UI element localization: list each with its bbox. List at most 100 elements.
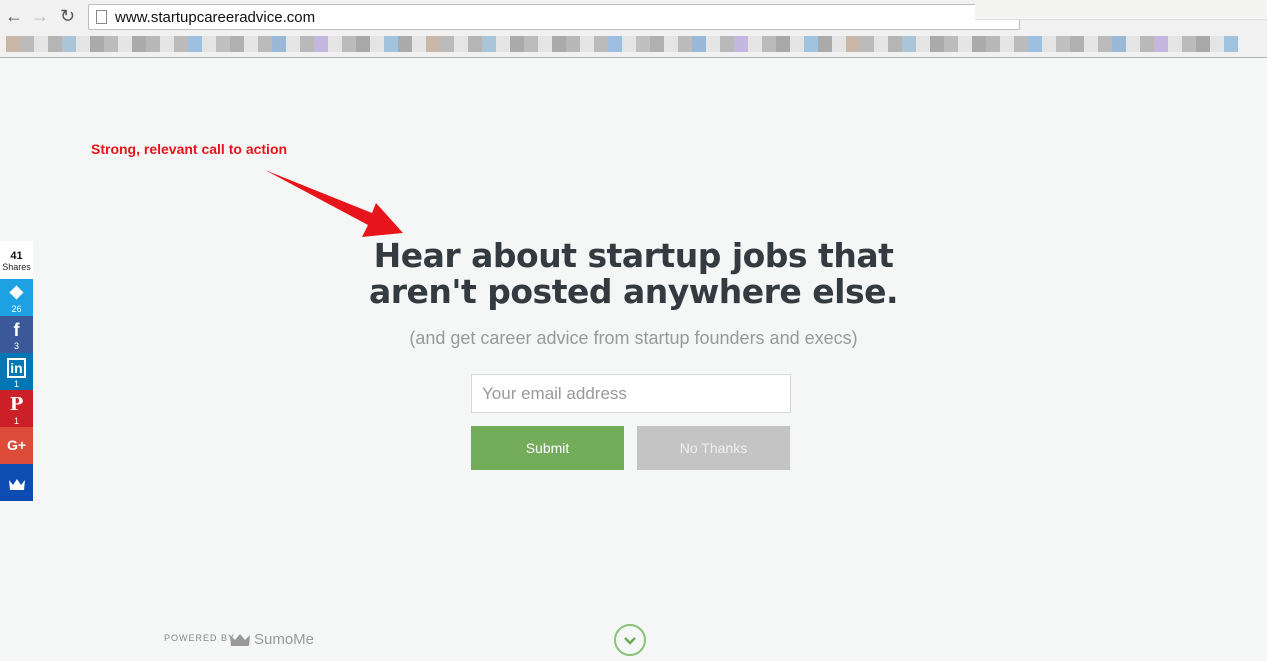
bookmark-item[interactable] [1154,36,1168,52]
scroll-down-button[interactable] [614,624,646,656]
bookmark-item[interactable] [1042,36,1056,52]
bookmark-item[interactable] [300,36,314,52]
google-plus-share-button[interactable]: G+ [0,427,33,464]
forward-button[interactable]: → [31,6,49,27]
bookmark-item[interactable] [1224,36,1238,52]
bookmark-item[interactable] [958,36,972,52]
bookmark-item[interactable] [412,36,426,52]
bookmark-item[interactable] [104,36,118,52]
bookmark-item[interactable] [1000,36,1014,52]
bookmark-item[interactable] [594,36,608,52]
bookmark-item[interactable] [20,36,34,52]
bookmark-item[interactable] [664,36,678,52]
bookmark-item[interactable] [636,36,650,52]
bookmark-item[interactable] [160,36,174,52]
bookmark-item[interactable] [1084,36,1098,52]
bookmark-item[interactable] [510,36,524,52]
bookmark-item[interactable] [1182,36,1196,52]
bookmark-item[interactable] [384,36,398,52]
bookmark-item[interactable] [622,36,636,52]
bookmark-item[interactable] [118,36,132,52]
bookmark-item[interactable] [762,36,776,52]
bookmark-item[interactable] [552,36,566,52]
bookmark-item[interactable] [342,36,356,52]
bookmark-item[interactable] [580,36,594,52]
bookmark-item[interactable] [482,36,496,52]
bookmark-item[interactable] [538,36,552,52]
bookmark-item[interactable] [804,36,818,52]
bookmark-item[interactable] [1210,36,1224,52]
bookmark-item[interactable] [916,36,930,52]
bookmark-item[interactable] [734,36,748,52]
bookmark-item[interactable] [468,36,482,52]
bookmark-item[interactable] [216,36,230,52]
bookmark-item[interactable] [90,36,104,52]
bookmark-item[interactable] [62,36,76,52]
bookmark-item[interactable] [986,36,1000,52]
submit-button[interactable]: Submit [471,426,624,470]
email-input[interactable] [471,374,791,413]
bookmark-item[interactable] [440,36,454,52]
bookmark-item[interactable] [1098,36,1112,52]
bookmark-item[interactable] [286,36,300,52]
bookmark-item[interactable] [650,36,664,52]
bookmark-item[interactable] [496,36,510,52]
twitter-share-button[interactable]: ❖ 26 [0,279,33,316]
bookmark-item[interactable] [1196,36,1210,52]
bookmark-item[interactable] [1112,36,1126,52]
bookmark-item[interactable] [244,36,258,52]
bookmark-item[interactable] [146,36,160,52]
bookmark-item[interactable] [314,36,328,52]
bookmark-item[interactable] [524,36,538,52]
bookmark-item[interactable] [874,36,888,52]
bookmark-item[interactable] [720,36,734,52]
bookmark-item[interactable] [426,36,440,52]
bookmark-item[interactable] [860,36,874,52]
bookmark-item[interactable] [34,36,48,52]
bookmark-item[interactable] [972,36,986,52]
bookmark-item[interactable] [356,36,370,52]
linkedin-share-button[interactable]: in 1 [0,353,33,390]
bookmark-item[interactable] [818,36,832,52]
bookmark-item[interactable] [1070,36,1084,52]
bookmark-item[interactable] [902,36,916,52]
bookmark-item[interactable] [188,36,202,52]
bookmark-item[interactable] [454,36,468,52]
bookmark-item[interactable] [748,36,762,52]
facebook-share-button[interactable]: f3 [0,316,33,353]
bookmark-item[interactable] [258,36,272,52]
bookmark-item[interactable] [944,36,958,52]
bookmark-item[interactable] [1056,36,1070,52]
bookmark-item[interactable] [1014,36,1028,52]
bookmark-item[interactable] [230,36,244,52]
bookmark-item[interactable] [174,36,188,52]
bookmark-item[interactable] [1028,36,1042,52]
bookmark-item[interactable] [846,36,860,52]
no-thanks-button[interactable]: No Thanks [637,426,790,470]
back-button[interactable]: ← [5,6,23,27]
bookmark-item[interactable] [608,36,622,52]
bookmark-item[interactable] [776,36,790,52]
bookmark-item[interactable] [76,36,90,52]
bookmark-item[interactable] [930,36,944,52]
bookmark-item[interactable] [706,36,720,52]
bookmark-item[interactable] [202,36,216,52]
bookmark-item[interactable] [888,36,902,52]
sumome-share-button[interactable] [0,464,33,501]
bookmark-item[interactable] [398,36,412,52]
reload-button[interactable]: ↻ [60,6,75,27]
bookmarks-bar[interactable] [6,36,1238,52]
bookmark-item[interactable] [678,36,692,52]
bookmark-item[interactable] [272,36,286,52]
bookmark-item[interactable] [1126,36,1140,52]
sumome-brand-link[interactable]: SumoMe [254,631,314,648]
address-bar[interactable]: www.startupcareeradvice.com [88,4,1020,30]
bookmark-item[interactable] [790,36,804,52]
bookmark-item[interactable] [328,36,342,52]
bookmark-item[interactable] [48,36,62,52]
pinterest-share-button[interactable]: P1 [0,390,33,427]
bookmark-item[interactable] [1168,36,1182,52]
bookmark-item[interactable] [566,36,580,52]
bookmark-item[interactable] [832,36,846,52]
bookmark-item[interactable] [6,36,20,52]
